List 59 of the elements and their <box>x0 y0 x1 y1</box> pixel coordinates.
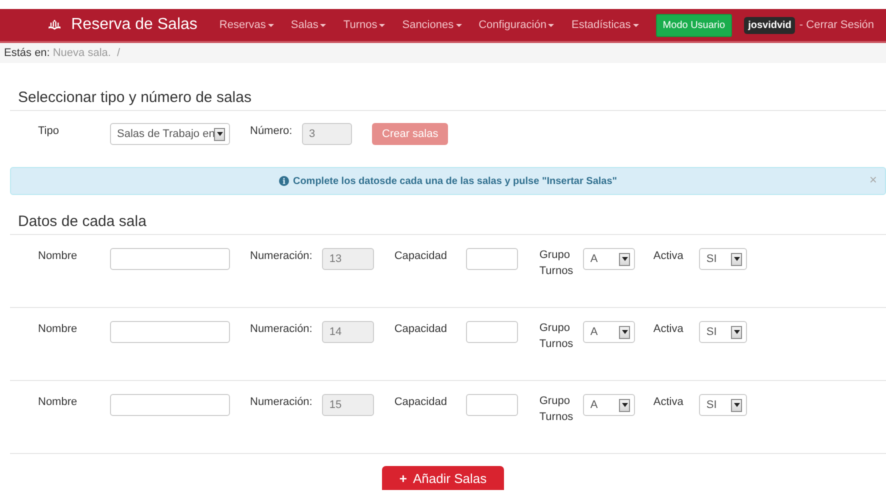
caret-icon <box>456 24 462 26</box>
section-title: Datos de cada sala <box>17 213 148 231</box>
caret-icon <box>548 24 554 26</box>
group-select[interactable]: A <box>583 248 636 270</box>
nav-menu[interactable]: Sanciones <box>402 16 462 34</box>
name-field[interactable] <box>110 394 230 416</box>
group-label: Grupo Turnos <box>539 394 574 425</box>
nav-menu[interactable]: Configuración <box>478 16 554 34</box>
breadcrumb-separator: / <box>116 46 120 61</box>
numbering-field[interactable]: 14 <box>322 321 374 343</box>
capacity-label: Capacidad <box>394 322 448 337</box>
mode-button[interactable]: Modo Usuario <box>656 14 732 36</box>
capacity-field[interactable] <box>466 321 518 343</box>
section-title: Seleccionar tipo y número de salas <box>17 89 252 107</box>
active-select[interactable]: SI <box>699 321 748 343</box>
breadcrumb-item: Nueva sala. <box>52 46 111 61</box>
group-select[interactable]: A <box>583 394 636 416</box>
info-icon: i <box>278 176 289 186</box>
name-label: Nombre <box>38 249 78 264</box>
active-label: Activa <box>653 322 684 337</box>
nav-menu[interactable]: Reservas <box>219 16 274 34</box>
capacity-label: Capacidad <box>394 249 448 264</box>
name-field[interactable] <box>110 321 230 343</box>
logout-link[interactable]: - Cerrar Sesión <box>799 16 874 34</box>
numbering-label: Numeración: <box>250 249 312 264</box>
brand-title[interactable]: Reserva de Salas <box>71 13 198 37</box>
name-label: Nombre <box>38 395 78 410</box>
breadcrumb-label: Estás en: <box>4 46 50 61</box>
caret-icon <box>632 24 639 26</box>
alert-message: i Complete los datosde cada una de las salas y pulse "Insertar Salas" <box>278 174 618 188</box>
numbering-label: Numeración: <box>250 322 312 337</box>
plus-icon: + <box>399 470 407 486</box>
group-label: Grupo Turnos <box>539 321 574 352</box>
nav-menu[interactable]: Turnos <box>343 16 386 34</box>
name-field[interactable] <box>110 248 230 270</box>
capacity-field[interactable] <box>466 394 518 416</box>
active-label: Activa <box>653 395 684 410</box>
active-select[interactable]: SI <box>699 394 748 416</box>
numbering-field[interactable]: 13 <box>322 248 374 270</box>
caret-icon <box>379 24 386 26</box>
username-label: josvidvid <box>744 16 796 34</box>
numbering-field[interactable]: 15 <box>322 394 374 416</box>
caret-icon <box>268 24 274 26</box>
numbering-label: Numeración: <box>250 395 312 410</box>
group-select[interactable]: A <box>583 321 636 343</box>
type-select[interactable]: Salas de Trabajo en <box>110 123 230 145</box>
name-label: Nombre <box>38 322 78 337</box>
active-select[interactable]: SI <box>699 248 748 270</box>
capacity-label: Capacidad <box>394 395 448 410</box>
number-label: Número: <box>250 124 294 139</box>
nav-menu[interactable]: Salas <box>290 16 326 34</box>
type-label: Tipo <box>38 124 60 139</box>
group-label: Grupo Turnos <box>539 248 574 279</box>
capacity-field[interactable] <box>466 248 518 270</box>
add-rooms-button[interactable]: + Añadir Salas <box>382 466 504 490</box>
caret-icon <box>320 24 326 26</box>
active-label: Activa <box>653 249 684 264</box>
number-field[interactable]: 3 <box>302 123 352 145</box>
nav-menu[interactable]: Estadísticas <box>571 16 639 34</box>
